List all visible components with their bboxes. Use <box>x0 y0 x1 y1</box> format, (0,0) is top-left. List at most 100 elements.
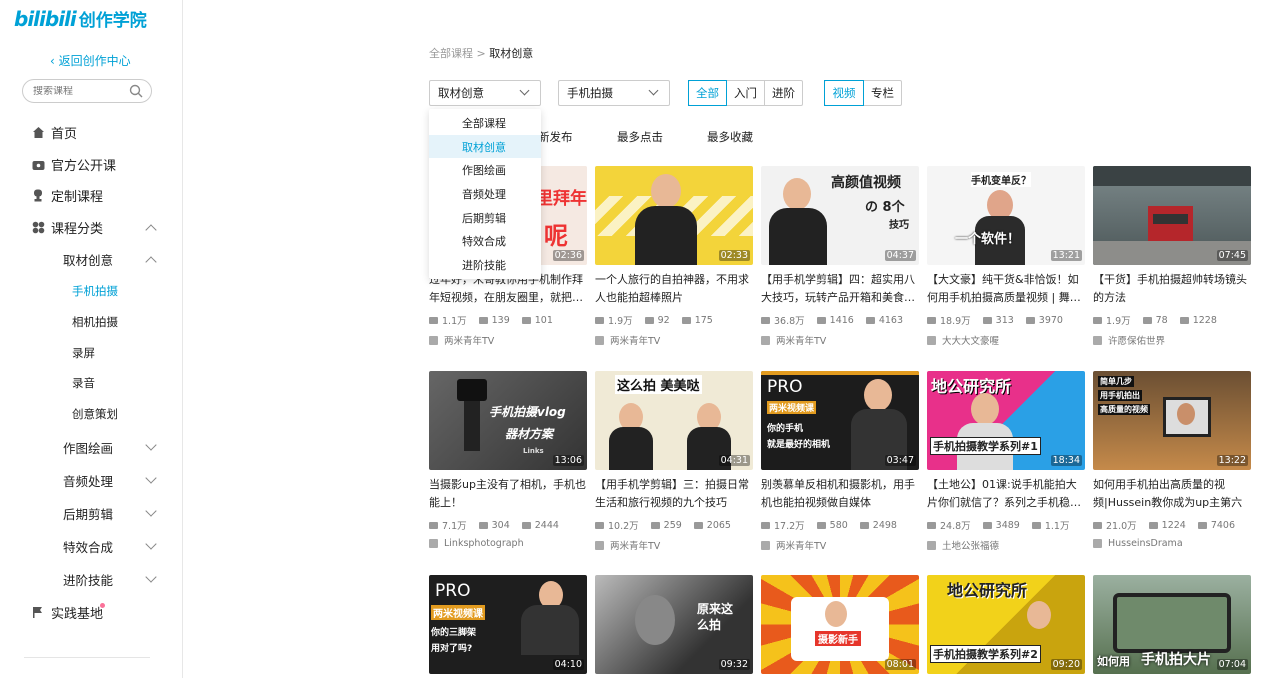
video-thumbnail[interactable]: 摄影新手 08:01 <box>761 575 919 674</box>
video-card[interactable]: PRO 两米视频课 你的三脚架 用对了吗? 04:10 <box>429 575 587 674</box>
video-card[interactable]: 手机拍摄vlog 器材方案 Links 13:06 当摄影up主没有了相机，手机… <box>429 371 587 549</box>
nav-practice[interactable]: 实践基地 <box>31 603 103 622</box>
favorite-count: 2065 <box>693 520 731 531</box>
level-beginner-button[interactable]: 入门 <box>727 81 765 105</box>
video-thumbnail[interactable]: 地公研究所 手机拍摄教学系列#1 18:34 <box>927 371 1085 470</box>
video-thumbnail[interactable]: 手机变单反？ 一个软件！ 13:21 <box>927 166 1085 265</box>
site-logo[interactable]: bilibili 创作学院 <box>14 6 147 32</box>
video-card[interactable]: 如何用 手机拍大片 07:04 <box>1093 575 1251 674</box>
dropdown-item-editing[interactable]: 后期剪辑 <box>429 206 541 230</box>
dropdown-item-effects[interactable]: 特效合成 <box>429 229 541 253</box>
video-thumbnail[interactable]: 这么拍 美美哒 04:31 <box>595 371 753 470</box>
video-author[interactable]: 两米青年TV <box>595 538 753 552</box>
play-icon <box>927 521 936 529</box>
video-author[interactable]: 许愿保佑世界 <box>1093 333 1251 347</box>
video-author[interactable]: HusseinsDrama <box>1093 538 1251 549</box>
video-thumbnail[interactable]: 07:45 <box>1093 166 1251 265</box>
dropdown-item-material[interactable]: 取材创意 <box>429 134 541 159</box>
video-author[interactable]: Linksphotograph <box>429 538 587 549</box>
video-card[interactable]: 07:45 【干货】手机拍摄超帅转场镜头的方法 1.9万 78 1228 许愿保… <box>1093 166 1251 347</box>
video-thumbnail[interactable]: 高颜值视频 の 8个 技巧 04:37 <box>761 166 919 265</box>
nav-sub-editing[interactable]: 后期剪辑 <box>63 504 113 523</box>
nav-sub-effects[interactable]: 特效合成 <box>63 537 113 556</box>
video-title[interactable]: 【用手机学剪辑】四：超实用八大技巧，玩转产品开箱和美食… <box>761 271 919 307</box>
level-all-button[interactable]: 全部 <box>688 80 727 106</box>
nav-sub-advanced[interactable]: 进阶技能 <box>63 570 113 589</box>
video-title[interactable]: 【大文豪】纯干货&非恰饭！如何用手机拍摄高质量视频 | 舞… <box>927 271 1085 307</box>
video-thumbnail[interactable]: PRO 两米视频课 你的三脚架 用对了吗? 04:10 <box>429 575 587 674</box>
video-thumbnail[interactable]: 如何用 手机拍大片 07:04 <box>1093 575 1251 674</box>
uploader-icon <box>761 540 770 550</box>
type-video-button[interactable]: 视频 <box>824 80 864 106</box>
nav-public-courses[interactable]: 官方公开课 <box>31 155 116 174</box>
video-card[interactable]: 简单几步 用手机拍出 高质量的视频 13:22 如何用手机拍出高质量的视频|Hu… <box>1093 371 1251 549</box>
dropdown-item-audio[interactable]: 音频处理 <box>429 182 541 206</box>
video-card[interactable]: 摄影新手 08:01 <box>761 575 919 674</box>
video-title[interactable]: 【用手机学剪辑】三：拍摄日常生活和旅行视频的九个技巧 <box>595 476 753 512</box>
favorite-icon <box>865 316 875 324</box>
search-box[interactable] <box>22 79 152 103</box>
favorite-icon <box>859 521 869 529</box>
nav-item-screen-record[interactable]: 录屏 <box>72 345 95 361</box>
subcategory-select[interactable]: 手机拍摄 <box>558 80 670 106</box>
search-input[interactable] <box>33 85 123 97</box>
video-title[interactable]: 当摄影up主没有了相机，手机也能上！ <box>429 476 587 512</box>
video-card[interactable]: PRO 两米视频课 你的手机 就是最好的相机 03:47 别羡慕单反相机和摄影机… <box>761 371 919 552</box>
nav-home[interactable]: 首页 <box>31 123 77 142</box>
chevron-down-icon[interactable] <box>145 439 157 451</box>
type-column-button[interactable]: 专栏 <box>864 81 901 105</box>
video-thumbnail[interactable]: 地公研究所 手机拍摄教学系列#2 09:20 <box>927 575 1085 674</box>
video-thumbnail[interactable]: 简单几步 用手机拍出 高质量的视频 13:22 <box>1093 371 1251 470</box>
nav-category[interactable]: 课程分类 <box>31 218 103 237</box>
nav-item-creative-planning[interactable]: 创意策划 <box>72 406 118 422</box>
nav-sub-material[interactable]: 取材创意 <box>63 250 113 269</box>
video-card[interactable]: 地公研究所 手机拍摄教学系列#1 18:34 【土地公】01课:说手机能拍大片你… <box>927 371 1085 552</box>
video-author[interactable]: 两米青年TV <box>429 333 587 347</box>
video-card[interactable]: 这么拍 美美哒 04:31 【用手机学剪辑】三：拍摄日常生活和旅行视频的九个技巧… <box>595 371 753 552</box>
sort-new-tab[interactable]: 新发布 <box>538 129 573 145</box>
chevron-up-icon[interactable] <box>145 224 157 236</box>
video-title[interactable]: 一个人旅行的自拍神器，不用求人也能拍超棒照片 <box>595 271 753 307</box>
nav-item-audio-record[interactable]: 录音 <box>72 375 95 391</box>
chevron-up-icon[interactable] <box>145 256 157 268</box>
video-card[interactable]: 地公研究所 手机拍摄教学系列#2 09:20 <box>927 575 1085 674</box>
nav-item-phone-shooting[interactable]: 手机拍摄 <box>72 283 118 299</box>
video-thumbnail[interactable]: 手机拍摄vlog 器材方案 Links 13:06 <box>429 371 587 470</box>
chevron-down-icon[interactable] <box>145 571 157 583</box>
nav-sub-audio[interactable]: 音频处理 <box>63 471 113 490</box>
video-duration: 13:22 <box>1216 455 1248 466</box>
breadcrumb-root[interactable]: 全部课程 <box>429 47 473 60</box>
dropdown-item-advanced[interactable]: 进阶技能 <box>429 253 541 277</box>
video-card[interactable]: 高颜值视频 の 8个 技巧 04:37 【用手机学剪辑】四：超实用八大技巧，玩转… <box>761 166 919 347</box>
video-author[interactable]: 土地公张福德 <box>927 538 1085 552</box>
nav-custom-courses[interactable]: 定制课程 <box>31 186 103 205</box>
video-author[interactable]: 两米青年TV <box>761 538 919 552</box>
video-author[interactable]: 大大大文豪喔 <box>927 333 1085 347</box>
video-title[interactable]: 【土地公】01课:说手机能拍大片你们就信了？系列之手机稳… <box>927 476 1085 512</box>
sort-most-clicked-tab[interactable]: 最多点击 <box>617 129 663 145</box>
nav-item-camera-shooting[interactable]: 相机拍摄 <box>72 314 118 330</box>
video-card[interactable]: 02:33 一个人旅行的自拍神器，不用求人也能拍超棒照片 1.9万 92 175… <box>595 166 753 347</box>
video-card[interactable]: 手机变单反？ 一个软件！ 13:21 【大文豪】纯干货&非恰饭！如何用手机拍摄高… <box>927 166 1085 347</box>
chevron-down-icon[interactable] <box>145 472 157 484</box>
video-thumbnail[interactable]: 02:33 <box>595 166 753 265</box>
nav-sub-drawing[interactable]: 作图绘画 <box>63 438 113 457</box>
sort-most-favorited-tab[interactable]: 最多收藏 <box>707 129 753 145</box>
chevron-down-icon[interactable] <box>145 538 157 550</box>
video-author[interactable]: 两米青年TV <box>595 333 753 347</box>
category-select[interactable]: 取材创意 <box>429 80 541 106</box>
video-card[interactable]: 原来这么拍 09:32 <box>595 575 753 674</box>
video-author[interactable]: 两米青年TV <box>761 333 919 347</box>
video-title[interactable]: 别羡慕单反相机和摄影机，用手机也能拍视频做自媒体 <box>761 476 919 512</box>
chevron-down-icon[interactable] <box>145 505 157 517</box>
back-to-creator-center-link[interactable]: ‹ 返回创作中心 <box>50 52 131 69</box>
dropdown-item-all[interactable]: 全部课程 <box>429 111 541 135</box>
level-advanced-button[interactable]: 进阶 <box>765 81 802 105</box>
video-thumbnail[interactable]: PRO 两米视频课 你的手机 就是最好的相机 03:47 <box>761 371 919 470</box>
video-thumbnail[interactable]: 原来这么拍 09:32 <box>595 575 753 674</box>
uploader-icon <box>595 335 604 345</box>
video-title[interactable]: 如何用手机拍出高质量的视频|Hussein教你成为up主第六期 <box>1093 476 1251 512</box>
video-title[interactable]: 【干货】手机拍摄超帅转场镜头的方法 <box>1093 271 1251 307</box>
search-icon[interactable] <box>129 84 143 98</box>
dropdown-item-drawing[interactable]: 作图绘画 <box>429 158 541 182</box>
